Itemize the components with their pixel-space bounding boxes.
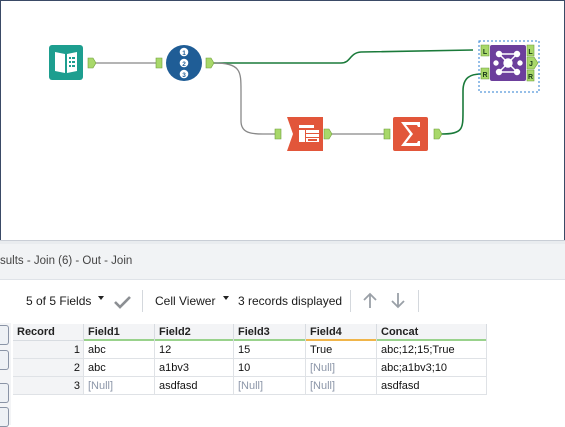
side-button[interactable]	[0, 383, 9, 403]
output-anchor[interactable]	[433, 128, 443, 140]
side-button[interactable]	[0, 325, 9, 345]
record-id-icon: 1 2 3	[179, 47, 189, 79]
record-number-cell: 1	[13, 340, 84, 359]
results-title: sults - Join (6) - Out - Join	[0, 255, 133, 267]
results-title-bar: sults - Join (6) - Out - Join	[0, 244, 565, 280]
arrow-up-icon[interactable]	[362, 292, 378, 309]
table-cell[interactable]: a1bv3	[154, 358, 234, 377]
record-number-cell: 3	[13, 376, 84, 395]
table-cell[interactable]: 12	[154, 340, 234, 359]
left-side-strip	[0, 323, 11, 427]
connection-summarize-to-join-right[interactable]	[440, 73, 482, 135]
arrow-down-icon[interactable]	[390, 292, 406, 309]
table-header-row: Record Field1 Field2 Field3 Field4 Conca…	[13, 324, 487, 341]
table-cell[interactable]: abc	[83, 358, 155, 377]
toolbar-divider	[418, 290, 419, 312]
input-data-tool[interactable]	[49, 45, 97, 80]
results-table: Record Field1 Field2 Field3 Field4 Conca…	[13, 324, 487, 395]
record-id-tool[interactable]: 1 2 3	[155, 45, 215, 81]
column-header[interactable]: Field1	[83, 324, 155, 341]
table-cell[interactable]: abc	[83, 340, 155, 359]
svg-text:1: 1	[182, 50, 186, 57]
connection-recordid-to-join-left[interactable]	[213, 49, 474, 64]
cross-tab-tool[interactable]	[274, 117, 333, 151]
check-icon[interactable]	[114, 295, 131, 309]
table-cell[interactable]: asdfasd	[376, 376, 487, 395]
svg-text:J: J	[529, 61, 533, 68]
column-header[interactable]: Field4	[305, 324, 377, 341]
svg-text:2: 2	[182, 61, 186, 68]
table-cell[interactable]: [Null]	[305, 358, 377, 377]
toolbar-divider	[350, 290, 351, 312]
svg-text:R: R	[528, 74, 533, 81]
fields-dropdown-caret-icon[interactable]	[98, 296, 104, 300]
input-anchor[interactable]	[155, 57, 163, 69]
table-row[interactable]: 2 abc a1bv3 10 [Null] abc;a1bv3;10	[13, 358, 487, 377]
side-button[interactable]	[0, 407, 9, 427]
output-anchor[interactable]	[205, 57, 215, 69]
svg-text:3: 3	[182, 72, 186, 79]
record-number-cell: 2	[13, 358, 84, 377]
table-cell[interactable]: 15	[233, 340, 306, 359]
side-button[interactable]	[0, 350, 9, 370]
workflow-canvas[interactable]: 1 2 3 L R L J R	[0, 0, 565, 240]
summarize-tool[interactable]	[383, 117, 443, 151]
table-cell[interactable]: [Null]	[233, 376, 306, 395]
cell-viewer-caret-icon[interactable]	[223, 296, 229, 300]
output-anchor[interactable]	[87, 57, 97, 69]
input-anchor[interactable]	[383, 128, 391, 140]
column-header[interactable]: Record	[13, 324, 84, 341]
fields-dropdown-label[interactable]: 5 of 5 Fields	[26, 294, 91, 308]
table-cell[interactable]: [Null]	[83, 376, 155, 395]
table-row[interactable]: 1 abc 12 15 True abc;12;15;True	[13, 340, 487, 359]
table-cell[interactable]: True	[305, 340, 377, 359]
workflow-diagram: 1 2 3 L R L J R	[49, 40, 540, 151]
output-anchor[interactable]	[323, 128, 333, 140]
table-cell[interactable]: [Null]	[305, 376, 377, 395]
input-anchor[interactable]	[274, 128, 282, 140]
connection-recordid-to-crosstab[interactable]	[212, 62, 277, 135]
column-header[interactable]: Field2	[154, 324, 234, 341]
table-cell[interactable]: abc;a1bv3;10	[376, 358, 487, 377]
table-row[interactable]: 3 [Null] asdfasd [Null] [Null] asdfasd	[13, 376, 487, 395]
table-cell[interactable]: asdfasd	[154, 376, 234, 395]
svg-text:L: L	[528, 49, 533, 56]
cell-viewer-dropdown-label[interactable]: Cell Viewer	[155, 294, 215, 308]
table-cell[interactable]: 10	[233, 358, 306, 377]
svg-text:L: L	[483, 49, 488, 56]
table-cell[interactable]: abc;12;15;True	[376, 340, 487, 359]
svg-text:R: R	[482, 72, 487, 79]
join-tool[interactable]: L R L J R	[478, 40, 540, 93]
results-toolbar: 5 of 5 Fields Cell Viewer 3 records disp…	[13, 280, 565, 321]
toolbar-divider	[142, 290, 143, 312]
column-header[interactable]: Concat	[376, 324, 487, 341]
column-header[interactable]: Field3	[233, 324, 306, 341]
records-displayed-label: 3 records displayed	[238, 294, 343, 308]
